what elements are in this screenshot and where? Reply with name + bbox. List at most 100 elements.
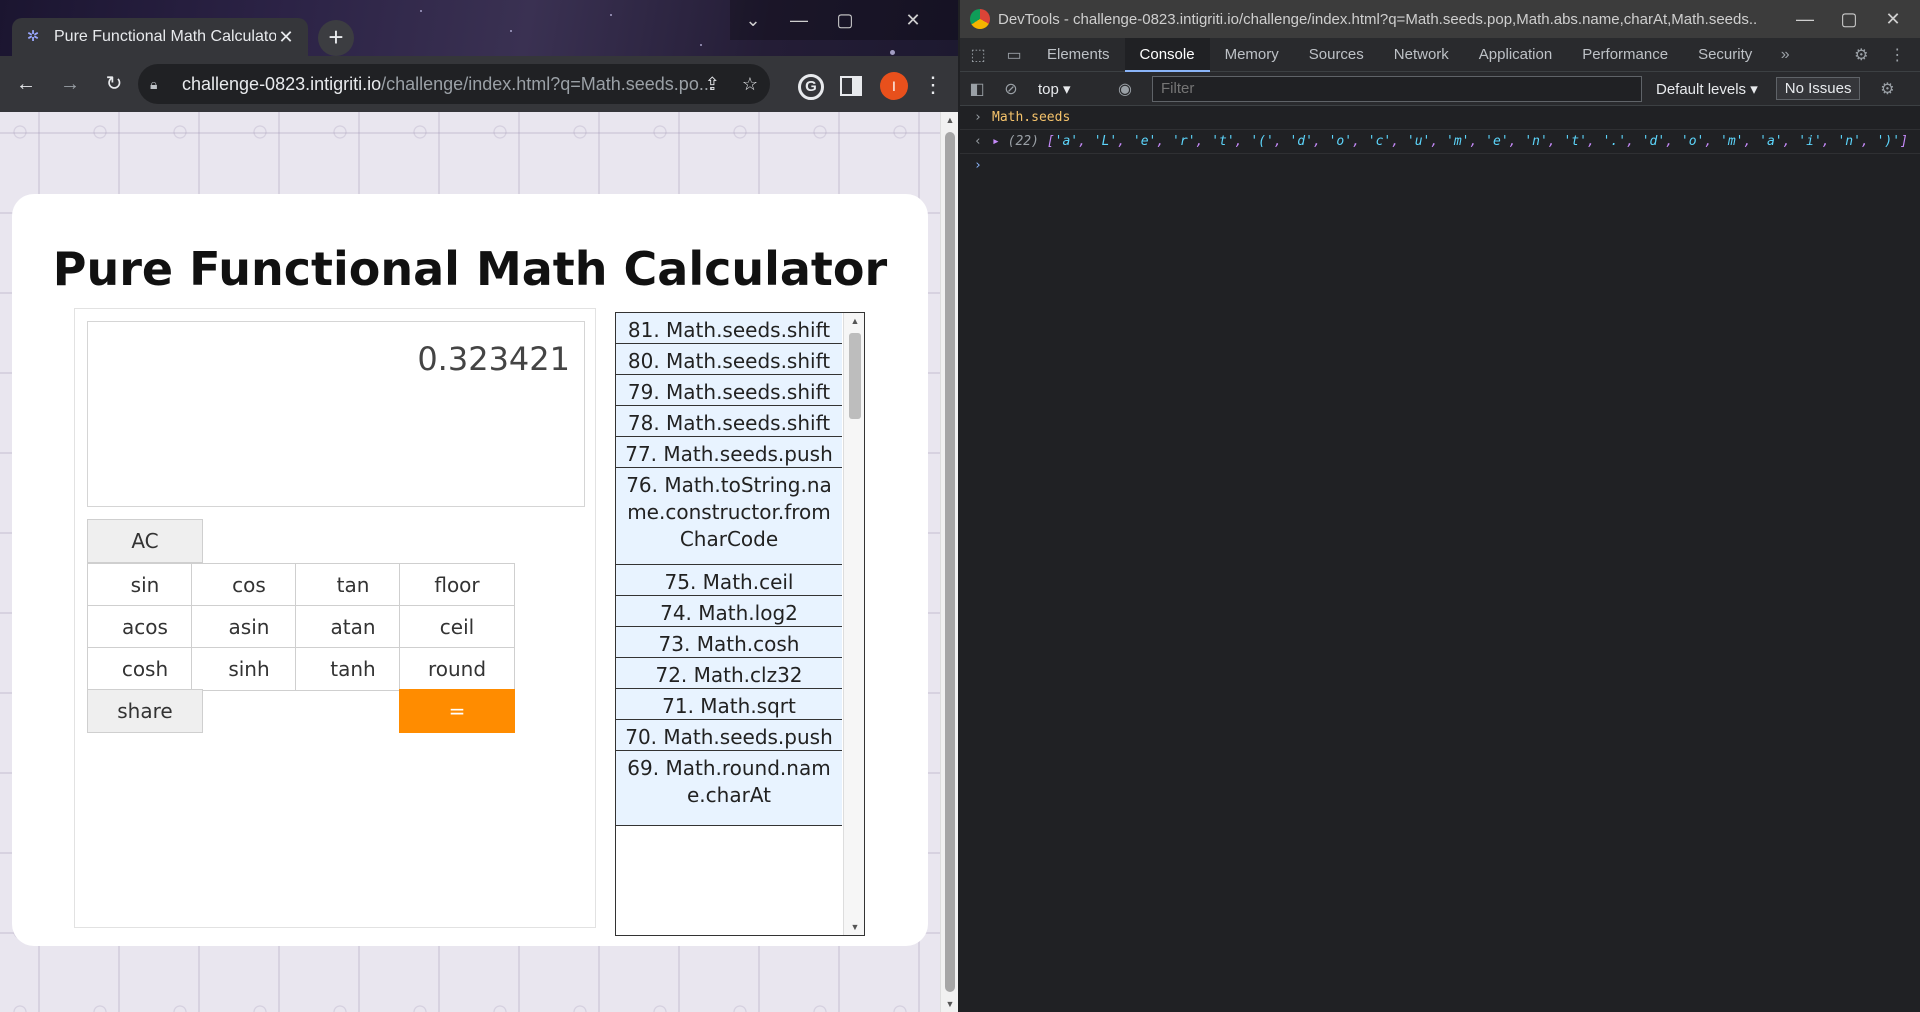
history-item[interactable]: 81. Math.seeds.shift — [616, 313, 842, 344]
array-item: 'c' — [1367, 134, 1392, 149]
history-item[interactable]: 73. Math.cosh — [616, 627, 842, 658]
tab-elements[interactable]: Elements — [1032, 38, 1125, 72]
page-scrollbar[interactable]: ▲ ▼ — [940, 112, 958, 1012]
tab-title: Pure Functional Math Calculator — [54, 28, 276, 45]
console-output: › Math.seeds ‹ ▸ (22) ['a', 'L', 'e', 'r… — [960, 106, 1920, 173]
array-item: 'o' — [1328, 134, 1353, 149]
history-item[interactable]: 76. Math.toString.name.constructor.fromC… — [616, 468, 842, 565]
close-tab-icon[interactable]: ✕ — [276, 27, 296, 48]
live-expression-eye-icon[interactable]: ◉ — [1108, 79, 1142, 99]
history-item[interactable]: 72. Math.clz32 — [616, 658, 842, 689]
sinh-button[interactable]: sinh — [191, 647, 307, 691]
tab-performance[interactable]: Performance — [1567, 38, 1683, 72]
new-tab-button[interactable]: + — [318, 20, 354, 56]
share-button[interactable]: share — [87, 689, 203, 733]
history-item[interactable]: 74. Math.log2 — [616, 596, 842, 627]
console-toolbar: ◧ ⊘ top ▾ ◉ Default levels ▾ No Issues ⚙ — [960, 72, 1920, 106]
ceil-button[interactable]: ceil — [399, 605, 515, 649]
array-item: 't' — [1563, 134, 1587, 149]
console-settings-gear-icon[interactable]: ⚙ — [1870, 79, 1904, 99]
history-item[interactable]: 71. Math.sqrt — [616, 689, 842, 720]
devtools-menu-icon[interactable]: ⋮ — [1879, 45, 1915, 65]
cos-button[interactable]: cos — [191, 563, 307, 607]
array-item: 'i' — [1798, 134, 1822, 149]
asin-button[interactable]: asin — [191, 605, 307, 649]
tab-network[interactable]: Network — [1379, 38, 1464, 72]
tab-memory[interactable]: Memory — [1210, 38, 1294, 72]
scroll-up-icon[interactable]: ▲ — [941, 112, 958, 128]
tanh-button[interactable]: tanh — [295, 647, 411, 691]
cosh-button[interactable]: cosh — [87, 647, 203, 691]
page-scroll-thumb[interactable] — [945, 132, 955, 992]
history-scroll-thumb[interactable] — [849, 333, 861, 419]
intigriti-favicon-icon: ✲ — [26, 28, 40, 45]
history-item[interactable]: 78. Math.seeds.shift — [616, 406, 842, 437]
google-extension-icon[interactable]: G — [798, 74, 824, 100]
bookmark-star-icon[interactable]: ☆ — [742, 74, 758, 95]
tab-console[interactable]: Console — [1124, 37, 1210, 72]
console-result-line[interactable]: ‹ ▸ (22) ['a', 'L', 'e', 'r', 't', '(', … — [960, 130, 1920, 154]
calculator-panel: 0.323421 AC sin cos tan floor acos asin … — [74, 308, 596, 928]
devtools-window-title: DevTools - challenge-0823.intigriti.io/c… — [998, 10, 1758, 28]
scroll-down-icon[interactable]: ▼ — [844, 919, 864, 935]
chrome-logo-icon — [970, 9, 990, 29]
result-arrow-icon: ‹ — [974, 134, 982, 149]
ac-button[interactable]: AC — [87, 519, 203, 563]
log-levels-dropdown[interactable]: Default levels ▾ — [1656, 80, 1758, 98]
sin-button[interactable]: sin — [87, 563, 203, 607]
floor-button[interactable]: floor — [399, 563, 515, 607]
maximize-icon[interactable]: ▢ — [822, 0, 868, 40]
array-item: '(' — [1250, 134, 1274, 149]
avatar[interactable]: I — [880, 72, 908, 100]
tab-application[interactable]: Application — [1464, 38, 1567, 72]
console-input-line: › Math.seeds — [960, 106, 1920, 130]
atan-button[interactable]: atan — [295, 605, 411, 649]
history-item[interactable]: 75. Math.ceil — [616, 565, 842, 596]
more-menu-icon[interactable]: ⋮ — [920, 70, 946, 102]
back-arrow-icon[interactable]: ← — [8, 66, 44, 102]
forward-arrow-icon[interactable]: → — [52, 66, 88, 102]
acos-button[interactable]: acos — [87, 605, 203, 649]
browser-window: ✲ Pure Functional Math Calculator ✕ + ⌄ … — [0, 0, 958, 1012]
context-select[interactable]: top ▾ — [1038, 80, 1108, 98]
array-item: 'm' — [1720, 134, 1744, 149]
array-output[interactable]: ▸ (22) ['a', 'L', 'e', 'r', 't', '(', 'd… — [992, 134, 1908, 149]
browser-titlebar: ✲ Pure Functional Math Calculator ✕ + ⌄ … — [0, 0, 958, 56]
history-item[interactable]: 70. Math.seeds.push — [616, 720, 842, 751]
console-prompt-line[interactable]: › — [960, 154, 1920, 173]
history-scrollbar[interactable]: ▲ ▼ — [843, 313, 864, 935]
settings-gear-icon[interactable]: ⚙ — [1843, 45, 1879, 65]
clear-console-icon[interactable]: ⊘ — [994, 79, 1028, 99]
scroll-up-icon[interactable]: ▲ — [844, 313, 864, 329]
browser-tab[interactable]: ✲ Pure Functional Math Calculator ✕ — [12, 18, 308, 56]
tab-security[interactable]: Security — [1683, 38, 1767, 72]
reload-icon[interactable]: ↻ — [96, 66, 132, 102]
sidebar-toggle-icon[interactable]: ◧ — [960, 79, 994, 99]
address-bar[interactable]: 🔒︎ challenge-0823.intigriti.io /challeng… — [138, 64, 770, 104]
history-list[interactable]: 81. Math.seeds.shift 80. Math.seeds.shift… — [615, 312, 865, 936]
devtools-titlebar: DevTools - challenge-0823.intigriti.io/c… — [960, 0, 1920, 38]
inspect-element-icon[interactable]: ⬚ — [960, 45, 996, 65]
expand-triangle-icon[interactable]: ▸ — [992, 134, 1000, 149]
history-item[interactable]: 79. Math.seeds.shift — [616, 375, 842, 406]
round-button[interactable]: round — [399, 647, 515, 691]
history-item[interactable]: 77. Math.seeds.push — [616, 437, 842, 468]
tab-search-icon[interactable]: ⌄ — [730, 0, 776, 40]
tan-button[interactable]: tan — [295, 563, 411, 607]
scroll-down-icon[interactable]: ▼ — [941, 996, 958, 1012]
device-toolbar-icon[interactable]: ▭ — [996, 45, 1032, 65]
issues-button[interactable]: No Issues — [1775, 77, 1861, 100]
close-window-icon[interactable]: ✕ — [1866, 0, 1920, 38]
array-item: '.' — [1602, 134, 1627, 149]
minimize-icon[interactable]: — — [776, 0, 822, 40]
tab-sources[interactable]: Sources — [1294, 38, 1379, 72]
console-filter-input[interactable] — [1152, 75, 1642, 102]
history-item[interactable]: 80. Math.seeds.shift — [616, 344, 842, 375]
calculator-display: 0.323421 — [87, 321, 585, 507]
equals-button[interactable]: = — [399, 689, 515, 733]
share-icon[interactable]: ⇪ — [705, 74, 720, 95]
history-item[interactable]: 69. Math.round.name.charAt — [616, 751, 842, 826]
more-tabs-icon[interactable]: » — [1767, 46, 1803, 64]
side-panel-icon[interactable] — [840, 76, 862, 96]
close-window-icon[interactable]: ✕ — [868, 0, 958, 40]
